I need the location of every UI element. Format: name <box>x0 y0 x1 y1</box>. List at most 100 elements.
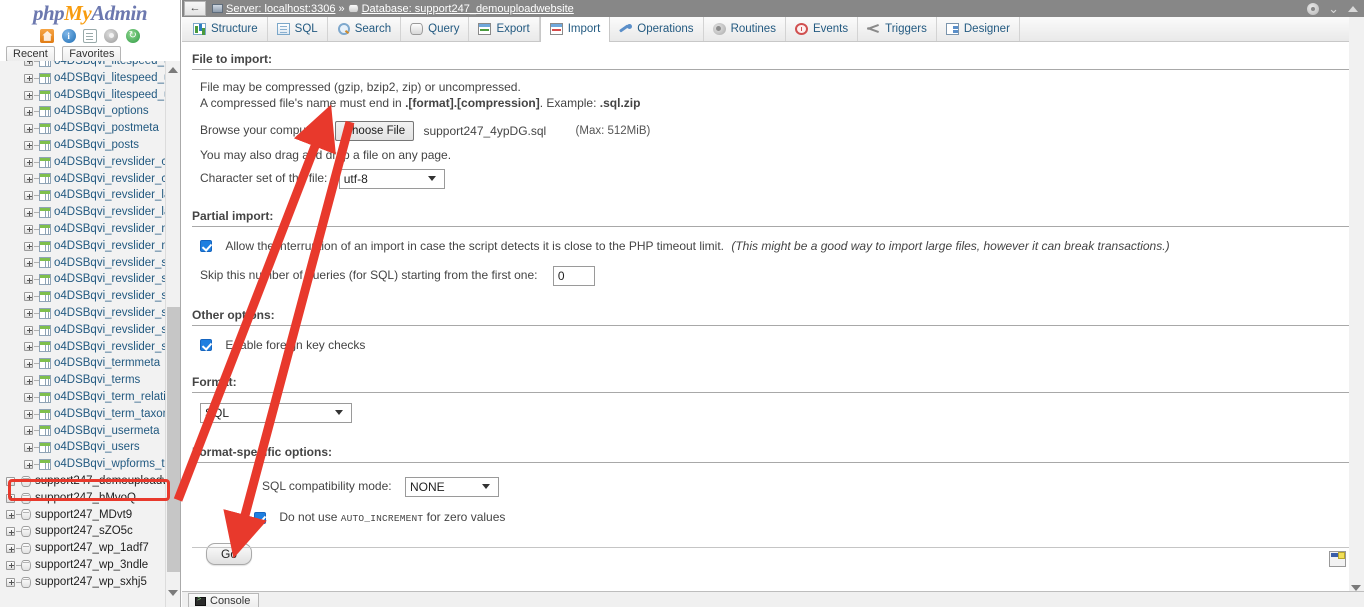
scroll-up-icon[interactable] <box>168 67 179 78</box>
sidebar-database-item[interactable]: support247_sZO5c <box>6 523 166 540</box>
sidebar-database-item[interactable]: support247_MDvt9 <box>6 507 166 524</box>
foreign-key-checkbox[interactable] <box>200 339 212 351</box>
tab-search[interactable]: Search <box>328 17 401 41</box>
sidebar-table-item[interactable]: o4DSBqvi_revslider_slide <box>6 255 166 272</box>
tab-routines[interactable]: Routines <box>704 17 786 41</box>
expand-icon[interactable] <box>6 527 15 536</box>
expand-icon[interactable] <box>24 292 33 301</box>
home-icon[interactable] <box>40 29 54 43</box>
sidebar-table-item[interactable]: o4DSBqvi_revslider_stati <box>6 339 166 356</box>
sidebar-table-item[interactable]: o4DSBqvi_litespeed_url_ <box>6 87 166 104</box>
sidebar-scroll-thumb[interactable] <box>167 307 180 572</box>
tab-export[interactable]: Export <box>469 17 539 41</box>
charset-select[interactable]: utf-8 <box>339 169 445 189</box>
sidebar-table-item[interactable]: o4DSBqvi_revslider_slide <box>6 305 166 322</box>
expand-icon[interactable] <box>24 74 33 83</box>
format-select[interactable]: SQL <box>200 403 352 423</box>
reload-icon[interactable] <box>126 29 140 43</box>
sidebar-scrollbar[interactable] <box>165 61 180 607</box>
expand-icon[interactable] <box>24 460 33 469</box>
breadcrumb-server[interactable]: Server: localhost:3306 <box>226 3 335 15</box>
sidebar-database-item[interactable]: support247_wp_3ndle <box>6 557 166 574</box>
triangle-up-icon[interactable] <box>1348 6 1358 12</box>
expand-icon[interactable] <box>24 107 33 116</box>
sidebar-table-item[interactable]: o4DSBqvi_term_relations <box>6 389 166 406</box>
tab-designer[interactable]: Designer <box>937 17 1020 41</box>
expand-icon[interactable] <box>24 141 33 150</box>
breadcrumb-database[interactable]: Database: support247_demouploadwebsite <box>362 3 574 15</box>
expand-icon[interactable] <box>24 275 33 284</box>
sidebar-table-item[interactable]: o4DSBqvi_options <box>6 103 166 120</box>
expand-icon[interactable] <box>6 544 15 553</box>
go-button[interactable]: Go <box>206 543 252 565</box>
sidebar-table-item[interactable]: o4DSBqvi_usermeta <box>6 423 166 440</box>
sidebar-table-item[interactable]: o4DSBqvi_users <box>6 439 166 456</box>
sidebar-table-item[interactable]: o4DSBqvi_revslider_navi <box>6 221 166 238</box>
expand-icon[interactable] <box>24 158 33 167</box>
tab-operations[interactable]: Operations <box>610 17 703 41</box>
sidebar-table-item[interactable]: o4DSBqvi_litespeed_url_ <box>6 61 166 70</box>
expand-icon[interactable] <box>24 342 33 351</box>
sidebar-database-item[interactable]: support247_wp_1adf7 <box>6 540 166 557</box>
expand-icon[interactable] <box>24 410 33 419</box>
sidebar-table-item[interactable]: o4DSBqvi_posts <box>6 137 166 154</box>
expand-icon[interactable] <box>24 191 33 200</box>
sidebar-table-item[interactable]: o4DSBqvi_revslider_slide <box>6 271 166 288</box>
sidebar-database-item[interactable]: support247_wp_sxhj5 <box>6 574 166 591</box>
expand-icon[interactable] <box>6 561 15 570</box>
expand-icon[interactable] <box>24 258 33 267</box>
sidebar-table-item[interactable]: o4DSBqvi_postmeta <box>6 120 166 137</box>
expand-icon[interactable] <box>24 309 33 318</box>
choose-file-button[interactable]: Choose File <box>335 121 414 141</box>
pin-recent[interactable]: Recent <box>6 46 55 62</box>
settings-icon[interactable] <box>104 29 118 43</box>
console-toggle[interactable]: Console <box>188 593 259 607</box>
expand-icon[interactable] <box>24 242 33 251</box>
sidebar-table-item[interactable]: o4DSBqvi_litespeed_url <box>6 70 166 87</box>
expand-icon[interactable] <box>24 376 33 385</box>
collapse-icon[interactable]: ⌄ <box>1328 3 1339 15</box>
expand-icon[interactable] <box>6 510 15 519</box>
sidebar-table-item[interactable]: o4DSBqvi_revslider_slide <box>6 288 166 305</box>
sidebar-table-item[interactable]: o4DSBqvi_terms <box>6 372 166 389</box>
sidebar-table-item[interactable]: o4DSBqvi_revslider_layer <box>6 204 166 221</box>
expand-icon[interactable] <box>24 443 33 452</box>
pin-favorites[interactable]: Favorites <box>62 46 121 62</box>
tab-import[interactable]: Import <box>540 17 611 42</box>
expand-icon[interactable] <box>6 578 15 587</box>
expand-icon[interactable] <box>24 174 33 183</box>
expand-icon[interactable] <box>24 124 33 133</box>
scroll-down-icon[interactable] <box>168 590 179 601</box>
tab-triggers[interactable]: Triggers <box>858 17 937 41</box>
sidebar-table-item[interactable]: o4DSBqvi_revslider_css_ <box>6 171 166 188</box>
sidebar-table-item[interactable]: o4DSBqvi_termmeta <box>6 355 166 372</box>
auto-increment-checkbox[interactable] <box>254 512 266 524</box>
expand-icon[interactable] <box>24 393 33 402</box>
allow-interruption-checkbox[interactable] <box>200 240 212 252</box>
expand-icon[interactable] <box>24 225 33 234</box>
skip-queries-input[interactable] <box>553 266 595 286</box>
tab-sql[interactable]: SQL <box>268 17 328 41</box>
info-icon[interactable] <box>62 29 76 43</box>
expand-icon[interactable] <box>24 208 33 217</box>
tab-structure[interactable]: Structure <box>184 17 268 41</box>
expand-icon[interactable] <box>24 426 33 435</box>
documentation-icon[interactable] <box>83 29 97 43</box>
sidebar-table-item[interactable]: o4DSBqvi_revslider_stati <box>6 322 166 339</box>
back-button[interactable]: ← <box>184 1 206 16</box>
sidebar-table-item[interactable]: o4DSBqvi_revslider_layer <box>6 187 166 204</box>
sidebar-table-item[interactable]: o4DSBqvi_revslider_navi <box>6 238 166 255</box>
sidebar-table-item[interactable]: o4DSBqvi_revslider_css <box>6 154 166 171</box>
brand-logo[interactable]: phpMyAdmin <box>0 0 180 26</box>
tab-query[interactable]: Query <box>401 17 469 41</box>
compat-mode-select[interactable]: NONE <box>405 477 499 497</box>
expand-icon[interactable] <box>24 359 33 368</box>
spreadsheet-icon[interactable] <box>1329 551 1346 567</box>
expand-icon[interactable] <box>24 61 33 66</box>
sidebar-table-item[interactable]: o4DSBqvi_term_taxonom <box>6 406 166 423</box>
expand-icon[interactable] <box>24 91 33 100</box>
expand-icon[interactable] <box>24 326 33 335</box>
tab-events[interactable]: Events <box>786 17 858 41</box>
sidebar-table-item[interactable]: o4DSBqvi_wpforms_task <box>6 456 166 473</box>
gear-icon[interactable] <box>1307 3 1319 15</box>
